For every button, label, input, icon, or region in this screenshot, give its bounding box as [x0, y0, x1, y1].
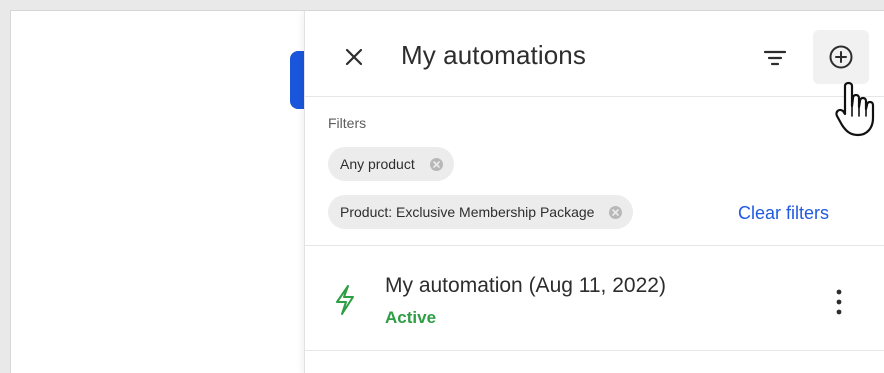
filter-icon: [763, 50, 787, 66]
lightning-bolt-icon: [336, 285, 354, 315]
automation-name[interactable]: My automation (Aug 11, 2022): [385, 274, 666, 298]
remove-chip-icon[interactable]: [429, 157, 444, 172]
more-vertical-icon: [836, 289, 842, 315]
filter-chip-label: Any product: [340, 156, 415, 172]
filters-label: Filters: [328, 115, 367, 131]
filter-chip: Any product: [328, 147, 454, 181]
automation-status: Active: [385, 308, 437, 327]
app-window: My automations Filters Any product Produ…: [10, 10, 884, 373]
filters-section: Filters Any product Product: Exclusive M…: [305, 97, 884, 246]
automations-panel: My automations Filters Any product Produ…: [304, 11, 884, 373]
clear-filters-link[interactable]: Clear filters: [738, 203, 829, 224]
panel-title: My automations: [401, 40, 586, 70]
filter-chip-label: Product: Exclusive Membership Package: [340, 204, 595, 220]
filter-button[interactable]: [761, 44, 789, 72]
add-automation-button[interactable]: [813, 30, 869, 84]
automation-row[interactable]: My automation (Aug 11, 2022) Active: [305, 246, 884, 351]
more-options-button[interactable]: [832, 286, 846, 318]
panel-header: My automations: [305, 11, 884, 137]
close-button[interactable]: [341, 44, 367, 70]
filter-chip: Product: Exclusive Membership Package: [328, 195, 634, 229]
close-icon: [345, 48, 363, 66]
add-circle-icon: [829, 45, 853, 69]
remove-chip-icon[interactable]: [608, 205, 623, 220]
